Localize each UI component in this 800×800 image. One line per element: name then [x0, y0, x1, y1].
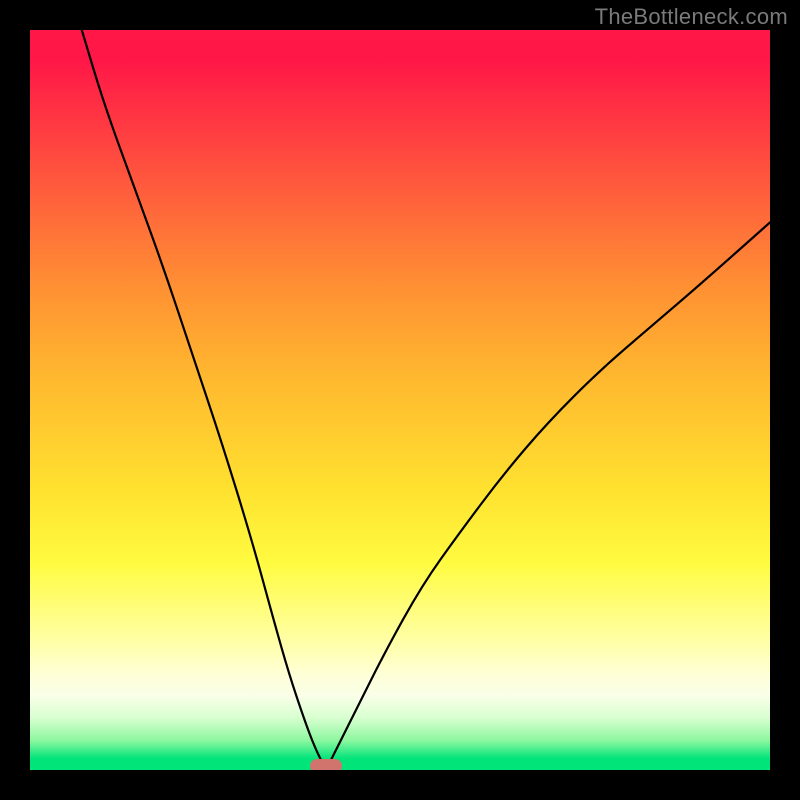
- watermark-text: TheBottleneck.com: [595, 4, 788, 30]
- chart-frame: TheBottleneck.com: [0, 0, 800, 800]
- plot-area: [30, 30, 770, 770]
- optimal-point-marker: [310, 759, 342, 770]
- bottleneck-curve: [30, 30, 770, 770]
